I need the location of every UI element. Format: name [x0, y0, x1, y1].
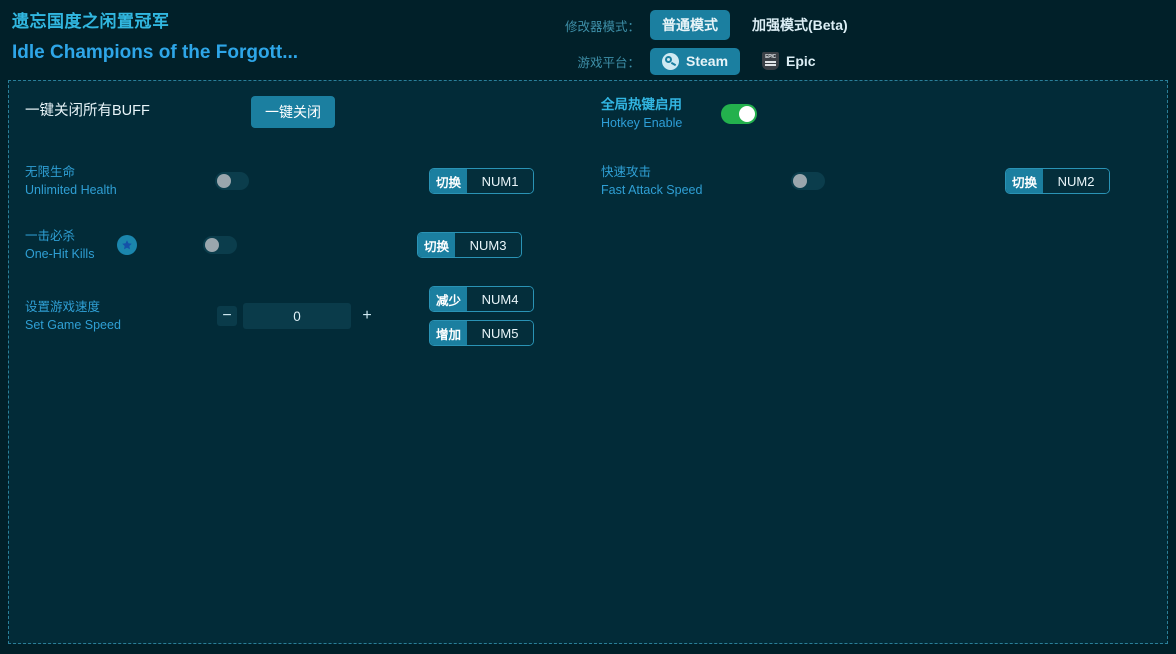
hotkey-key-label: NUM2 — [1043, 169, 1109, 193]
cheat-label: 无限生命 Unlimited Health — [25, 163, 137, 199]
cheat-label-en: Set Game Speed — [25, 316, 137, 334]
cheat-toggle-one-hit-kills[interactable] — [203, 236, 237, 254]
platform-option-epic[interactable]: Epic — [750, 47, 828, 75]
hotkey-action-label: 切换 — [1006, 169, 1043, 193]
hotkey-pill-num4[interactable]: 减少 NUM4 — [429, 286, 534, 312]
game-speed-hotkeys: 减少 NUM4 增加 NUM5 — [429, 286, 534, 346]
hotkey-pill-num1[interactable]: 切换 NUM1 — [429, 168, 534, 194]
cheat-toggle-unlimited-health[interactable] — [215, 172, 249, 190]
cheat-label-en: Fast Attack Speed — [601, 181, 713, 199]
steam-icon — [662, 53, 679, 70]
toggle-knob — [205, 238, 219, 252]
mode-option-enhanced[interactable]: 加强模式(Beta) — [740, 10, 860, 40]
toggle-knob — [217, 174, 231, 188]
hotkey-action-label: 增加 — [430, 321, 467, 345]
game-title-cn: 遗忘国度之闲置冠军 — [12, 10, 298, 34]
hotkey-enable-label-en: Hotkey Enable — [601, 114, 721, 132]
hotkey-enable-text: 全局热键启用 Hotkey Enable — [601, 95, 721, 132]
cheat-label: 设置游戏速度 Set Game Speed — [25, 298, 137, 334]
star-icon — [117, 235, 137, 255]
platform-option-steam[interactable]: Steam — [650, 48, 740, 75]
platform-option-steam-label: Steam — [686, 53, 728, 69]
hotkey-key-label: NUM5 — [467, 321, 533, 345]
cheat-label-cn: 无限生命 — [25, 163, 137, 181]
trainer-mode-row: 修改器模式： 普通模式 加强模式(Beta) — [564, 10, 1164, 40]
mode-option-normal[interactable]: 普通模式 — [650, 10, 730, 40]
mode-option-enhanced-label: 加强模式(Beta) — [752, 15, 848, 35]
game-title-en: Idle Champions of the Forgott... — [12, 40, 298, 66]
app-header: 遗忘国度之闲置冠军 Idle Champions of the Forgott.… — [0, 0, 1176, 82]
game-platform-row: 游戏平台： Steam Epic — [564, 46, 1164, 76]
cheat-label-cn: 一击必杀 — [25, 227, 115, 245]
decrement-button[interactable]: − — [217, 306, 237, 326]
game-speed-stepper: − 0 + — [217, 303, 377, 329]
hotkey-key-label: NUM4 — [467, 287, 533, 311]
cheat-label: 一击必杀 One-Hit Kills — [25, 227, 115, 263]
cheats-panel: 一键关闭所有BUFF 一键关闭 全局热键启用 Hotkey Enable 无限生… — [8, 80, 1168, 644]
increment-button[interactable]: + — [357, 306, 377, 326]
cheat-row-set-game-speed: 设置游戏速度 Set Game Speed − 0 + 减少 NUM4 增加 N… — [25, 286, 534, 346]
game-speed-value[interactable]: 0 — [243, 303, 351, 329]
hotkey-enable-block: 全局热键启用 Hotkey Enable — [601, 95, 757, 132]
hotkey-key-label: NUM1 — [467, 169, 533, 193]
close-all-button[interactable]: 一键关闭 — [251, 96, 335, 128]
title-block: 遗忘国度之闲置冠军 Idle Champions of the Forgott.… — [12, 10, 298, 66]
hotkey-enable-label-cn: 全局热键启用 — [601, 95, 721, 114]
hotkey-pill-num5[interactable]: 增加 NUM5 — [429, 320, 534, 346]
game-platform-label: 游戏平台： — [564, 52, 650, 71]
epic-icon — [762, 52, 779, 70]
cheat-row-one-hit-kills: 一击必杀 One-Hit Kills 切换 NUM3 — [25, 227, 522, 263]
cheat-label-en: One-Hit Kills — [25, 245, 115, 263]
toggle-knob — [739, 106, 755, 122]
cheat-label: 快速攻击 Fast Attack Speed — [601, 163, 713, 199]
platform-option-epic-label: Epic — [786, 53, 816, 69]
cheat-toggle-fast-attack-speed[interactable] — [791, 172, 825, 190]
cheat-row-fast-attack-speed: 快速攻击 Fast Attack Speed 切换 NUM2 — [601, 163, 1110, 199]
header-controls: 修改器模式： 普通模式 加强模式(Beta) 游戏平台： Steam Epic — [564, 10, 1164, 82]
cheat-label-cn: 快速攻击 — [601, 163, 713, 181]
hotkey-pill-num2[interactable]: 切换 NUM2 — [1005, 168, 1110, 194]
hotkey-action-label: 切换 — [430, 169, 467, 193]
hotkey-key-label: NUM3 — [455, 233, 521, 257]
hotkey-action-label: 切换 — [418, 233, 455, 257]
close-all-buffs-label: 一键关闭所有BUFF — [25, 97, 150, 125]
cheat-row-unlimited-health: 无限生命 Unlimited Health 切换 NUM1 — [25, 163, 534, 199]
hotkey-action-label: 减少 — [430, 287, 467, 311]
hotkey-pill-num3[interactable]: 切换 NUM3 — [417, 232, 522, 258]
cheat-label-cn: 设置游戏速度 — [25, 298, 137, 316]
mode-option-normal-label: 普通模式 — [662, 15, 718, 35]
toggle-knob — [793, 174, 807, 188]
cheat-label-en: Unlimited Health — [25, 181, 137, 199]
trainer-mode-label: 修改器模式： — [564, 16, 650, 35]
hotkey-enable-toggle[interactable] — [721, 104, 757, 124]
